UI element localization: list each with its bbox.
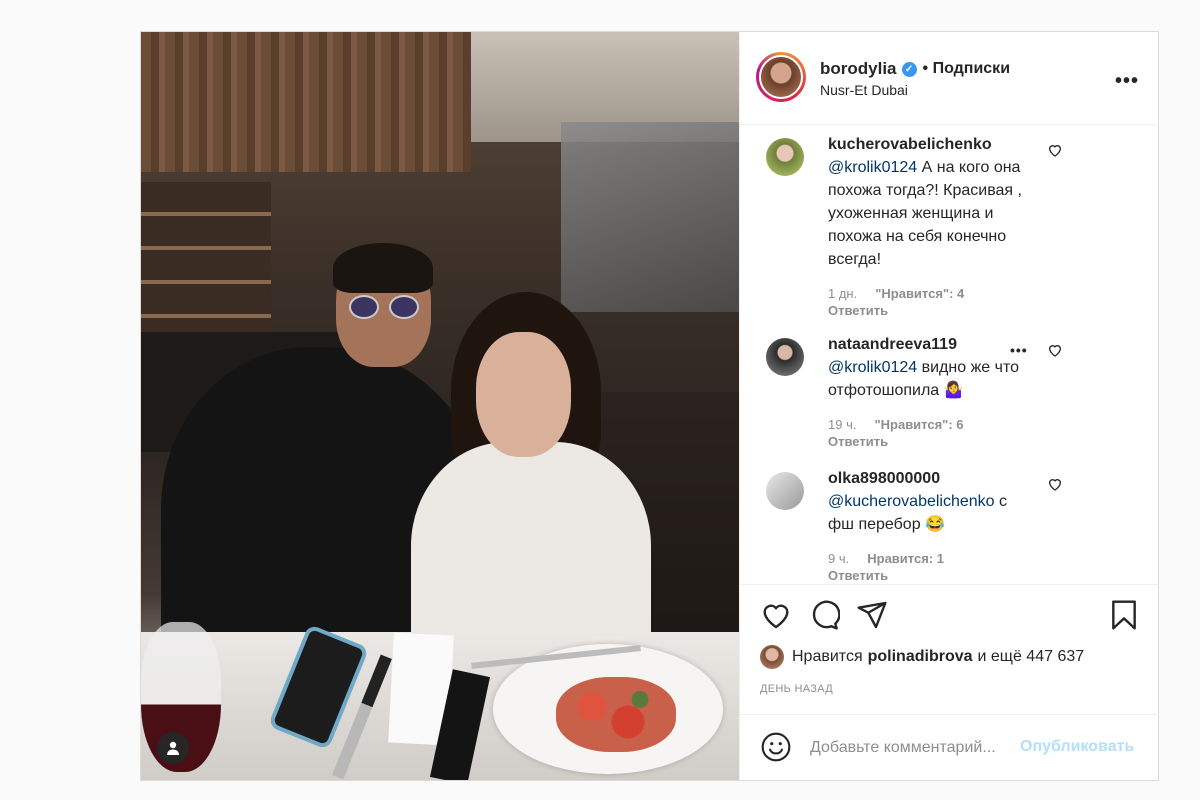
- comment-likes[interactable]: Нравится: 1: [867, 551, 944, 566]
- comment-likes[interactable]: "Нравится": 4: [875, 286, 964, 301]
- verified-icon: ✓: [901, 61, 917, 77]
- comment-item: nataandreeva119 @krolik0124 видно же что…: [766, 334, 1148, 450]
- emoji-icon[interactable]: [760, 731, 792, 763]
- comment-input[interactable]: [810, 735, 1030, 761]
- comment-icon[interactable]: [808, 599, 840, 631]
- comment-mention[interactable]: @krolik0124: [828, 359, 917, 376]
- post-header: borodylia ✓ • Подписки Nusr-Et Dubai •••: [740, 32, 1159, 125]
- comment-meta: 1 дн. "Нравится": 4: [828, 285, 1148, 302]
- author-avatar[interactable]: [756, 52, 806, 102]
- author-username[interactable]: borodylia: [820, 59, 897, 79]
- publish-button[interactable]: Опубликовать: [1020, 738, 1134, 756]
- comment-username[interactable]: olka898000000: [828, 468, 1148, 490]
- more-icon[interactable]: •••: [1115, 70, 1139, 93]
- comment-time[interactable]: 9 ч.: [828, 551, 849, 566]
- author-row: borodylia ✓ • Подписки: [820, 59, 1010, 79]
- commenter-avatar[interactable]: [766, 472, 804, 510]
- reply-button[interactable]: Ответить: [828, 433, 1148, 450]
- comment-more-icon[interactable]: •••: [1010, 342, 1028, 358]
- post-location[interactable]: Nusr-Et Dubai: [820, 82, 908, 98]
- likes-prefix: Нравится: [792, 648, 863, 665]
- heart-icon[interactable]: [760, 599, 792, 631]
- photo-wood-wall: [141, 32, 471, 172]
- comment-text: @kucherovabelichenko с фш перебор 😂: [828, 493, 1008, 533]
- likes-count[interactable]: и ещё 447 637: [978, 648, 1085, 666]
- post-side-panel: borodylia ✓ • Подписки Nusr-Et Dubai •••…: [739, 32, 1159, 780]
- liker-avatar[interactable]: [760, 645, 784, 669]
- comment-text: @krolik0124 А на кого она похожа тогда?!…: [828, 159, 1022, 268]
- reply-button[interactable]: Ответить: [828, 567, 1148, 584]
- post-dialog: borodylia ✓ • Подписки Nusr-Et Dubai •••…: [140, 31, 1159, 781]
- add-comment-bar: Опубликовать: [740, 714, 1159, 780]
- commenter-avatar[interactable]: [766, 338, 804, 376]
- comment-username[interactable]: kucherovabelichenko: [828, 134, 1148, 156]
- comment-time[interactable]: 19 ч.: [828, 417, 856, 432]
- bookmark-icon[interactable]: [1108, 599, 1140, 631]
- comments-list[interactable]: kucherovabelichenko @krolik0124 А на ког…: [740, 126, 1159, 584]
- comment-item: kucherovabelichenko @krolik0124 А на ког…: [766, 134, 1148, 319]
- comment-text: @krolik0124 видно же что отфотошопила 🤷‍…: [828, 359, 1019, 399]
- comment-meta: 9 ч. Нравится: 1: [828, 550, 1148, 567]
- post-photo[interactable]: [141, 32, 739, 780]
- comment-username[interactable]: nataandreeva119: [828, 334, 1148, 356]
- post-timestamp[interactable]: ДЕНЬ НАЗАД: [760, 683, 833, 695]
- comment-likes[interactable]: "Нравится": 6: [874, 417, 963, 432]
- comment-heart-icon[interactable]: [1047, 342, 1063, 358]
- comment-heart-icon[interactable]: [1047, 142, 1063, 158]
- comment-mention[interactable]: @krolik0124: [828, 159, 917, 176]
- comment-heart-icon[interactable]: [1047, 476, 1063, 492]
- user-tag-icon[interactable]: [157, 732, 189, 764]
- reply-button[interactable]: Ответить: [828, 302, 1148, 319]
- commenter-avatar[interactable]: [766, 138, 804, 176]
- share-icon[interactable]: [856, 599, 888, 631]
- comment-meta: 19 ч. "Нравится": 6: [828, 416, 1148, 433]
- comment-item: olka898000000 @kucherovabelichenko с фш …: [766, 468, 1148, 584]
- likes-summary: Нравится polinadibrova и ещё 447 637: [760, 645, 1084, 669]
- comment-mention[interactable]: @kucherovabelichenko: [828, 493, 995, 510]
- liked-by-username[interactable]: polinadibrova: [868, 648, 973, 666]
- photo-salad: [556, 677, 676, 752]
- comment-time[interactable]: 1 дн.: [828, 286, 857, 301]
- following-status[interactable]: • Подписки: [923, 60, 1011, 78]
